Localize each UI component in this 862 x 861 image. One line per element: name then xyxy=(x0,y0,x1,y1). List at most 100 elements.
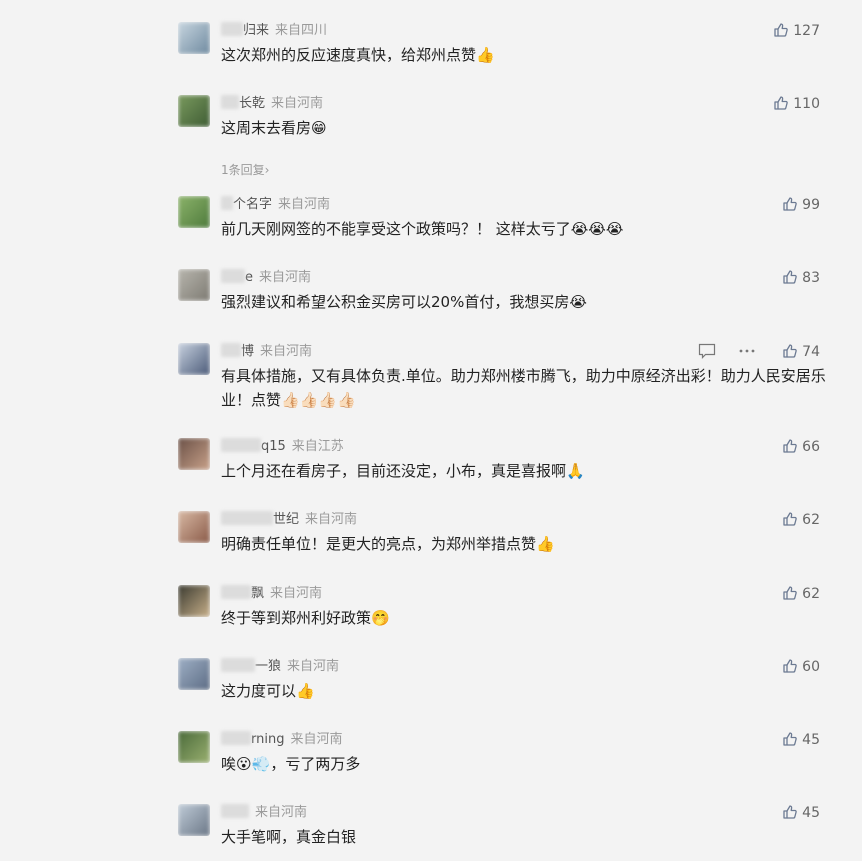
comment-meta: 来自河南 xyxy=(221,804,307,822)
nickname[interactable]: 博 xyxy=(241,344,254,359)
emoji: 👍 xyxy=(536,535,555,553)
like-count: 45 xyxy=(802,805,820,821)
avatar[interactable] xyxy=(178,438,210,470)
comment-meta: 世纪 来自河南 xyxy=(221,511,357,529)
nickname-mask xyxy=(221,95,239,109)
emoji: 😁 xyxy=(311,119,327,137)
like-count: 110 xyxy=(793,96,820,112)
comment-body: 终于等到郑州利好政策 xyxy=(221,609,372,627)
like-count: 45 xyxy=(802,732,820,748)
comment-tools xyxy=(698,343,756,361)
like-count: 74 xyxy=(802,344,820,360)
location-label: 来自河南 xyxy=(260,344,313,359)
comment-text: 这力度可以👍 xyxy=(221,679,826,703)
like-count: 66 xyxy=(802,439,820,455)
comment-meta: 个名字 来自河南 xyxy=(221,196,330,214)
comment-panel: 归来 来自四川 这次郑州的反应速度真快，给郑州点赞👍 127 长乾 来自河南 这周末去看房😁… xyxy=(0,0,862,861)
nickname[interactable]: 飘 xyxy=(251,586,264,601)
comment-text: 这周末去看房😁 xyxy=(221,116,826,140)
comment-body: 前几天刚网签的不能享受这个政策吗？！ 这样太亏了 xyxy=(221,220,571,238)
nickname-mask xyxy=(221,804,249,818)
nickname[interactable]: 长乾 xyxy=(239,96,265,111)
emoji: 👍 xyxy=(476,46,495,64)
nickname-mask xyxy=(221,511,273,525)
nickname[interactable]: 一狼 xyxy=(255,659,281,674)
comment-body: 唉 xyxy=(221,755,237,773)
location-label: 来自江苏 xyxy=(291,439,344,454)
comment-text: 大手笔啊，真金白银 xyxy=(221,825,826,849)
nickname-mask xyxy=(221,22,243,36)
comment-body: 这周末去看房 xyxy=(221,119,312,137)
like-button[interactable]: 66 xyxy=(782,438,820,456)
comment-meta: 博来自河南 xyxy=(221,343,312,361)
location-label: 来自河南 xyxy=(270,586,323,601)
thumbs-up-icon xyxy=(782,270,802,286)
comment-text: 上个月还在看房子，目前还没定，小布，真是喜报啊🙏 xyxy=(221,459,826,483)
comment-text: 明确责任单位！是更大的亮点，为郑州举措点赞👍 xyxy=(221,532,826,556)
thumbs-up-icon xyxy=(782,197,802,213)
comment-text: 唉😮💨，亏了两万多 xyxy=(221,752,826,776)
avatar[interactable] xyxy=(178,269,210,301)
like-button[interactable]: 127 xyxy=(773,22,820,40)
comment-meta: q15 来自江苏 xyxy=(221,438,344,456)
comment-body: 这次郑州的反应速度真快，给郑州点赞 xyxy=(221,46,477,64)
comment-text: 这次郑州的反应速度真快，给郑州点赞👍 xyxy=(221,43,826,67)
avatar[interactable] xyxy=(178,95,210,127)
nickname[interactable]: q15 xyxy=(261,439,286,454)
like-button[interactable]: 62 xyxy=(782,511,820,529)
comment-icon[interactable] xyxy=(698,343,716,363)
nickname[interactable]: 归来 xyxy=(243,23,269,38)
avatar[interactable] xyxy=(178,343,210,375)
nickname-mask xyxy=(221,343,241,357)
thumbs-up-icon xyxy=(782,439,802,455)
nickname-mask xyxy=(221,731,251,745)
location-label: 来自河南 xyxy=(305,512,358,527)
like-count: 99 xyxy=(802,197,820,213)
avatar[interactable] xyxy=(178,658,210,690)
like-count: 62 xyxy=(802,586,820,602)
thumbs-up-icon xyxy=(782,805,802,821)
nickname-mask xyxy=(221,658,255,672)
like-button[interactable]: 99 xyxy=(782,196,820,214)
comment-meta: 一狼 来自河南 xyxy=(221,658,339,676)
nickname[interactable]: 个名字 xyxy=(233,197,272,212)
location-label: 来自河南 xyxy=(287,659,340,674)
nickname[interactable]: 世纪 xyxy=(273,512,299,527)
avatar[interactable] xyxy=(178,585,210,617)
comment-text: 前几天刚网签的不能享受这个政策吗？！ 这样太亏了😭😭😭 xyxy=(221,217,826,241)
thumbs-up-icon xyxy=(782,512,802,528)
avatar[interactable] xyxy=(178,731,210,763)
location-label: 来自河南 xyxy=(290,732,343,747)
avatar[interactable] xyxy=(178,196,210,228)
nickname[interactable]: rning xyxy=(251,732,284,747)
location-label: 来自河南 xyxy=(278,197,331,212)
nickname[interactable]: e xyxy=(245,270,253,285)
emoji: 🤭 xyxy=(371,609,390,627)
like-button[interactable]: 83 xyxy=(782,269,820,287)
like-button[interactable]: 60 xyxy=(782,658,820,676)
like-button[interactable]: 62 xyxy=(782,585,820,603)
thumbs-up-icon xyxy=(782,586,802,602)
like-button[interactable]: 45 xyxy=(782,731,820,749)
nickname-mask xyxy=(221,585,251,599)
more-dots-icon[interactable] xyxy=(738,343,756,363)
emoji: 😮 xyxy=(236,755,252,773)
reply-link[interactable]: 1条回复› xyxy=(221,161,269,178)
like-button[interactable]: 45 xyxy=(782,804,820,822)
location-label: 来自河南 xyxy=(259,270,312,285)
nickname-mask xyxy=(221,269,245,283)
avatar[interactable] xyxy=(178,22,210,54)
thumbs-up-icon xyxy=(782,732,802,748)
nickname-mask xyxy=(221,438,261,452)
comment-body: 明确责任单位！是更大的亮点，为郑州举措点赞 xyxy=(221,535,537,553)
like-button[interactable]: 110 xyxy=(773,95,820,113)
comment-body-cont: ，亏了两万多 xyxy=(270,755,361,773)
like-button[interactable]: 74 xyxy=(782,343,820,361)
thumbs-up-icon xyxy=(773,23,793,39)
avatar[interactable] xyxy=(178,511,210,543)
avatar[interactable] xyxy=(178,804,210,836)
comment-body: 上个月还在看房子，目前还没定，小布，真是喜报啊 xyxy=(221,462,567,480)
reply-count: 1条回复 xyxy=(221,163,265,177)
comment-meta: 归来 来自四川 xyxy=(221,22,327,40)
comment-meta: 长乾 来自河南 xyxy=(221,95,323,113)
